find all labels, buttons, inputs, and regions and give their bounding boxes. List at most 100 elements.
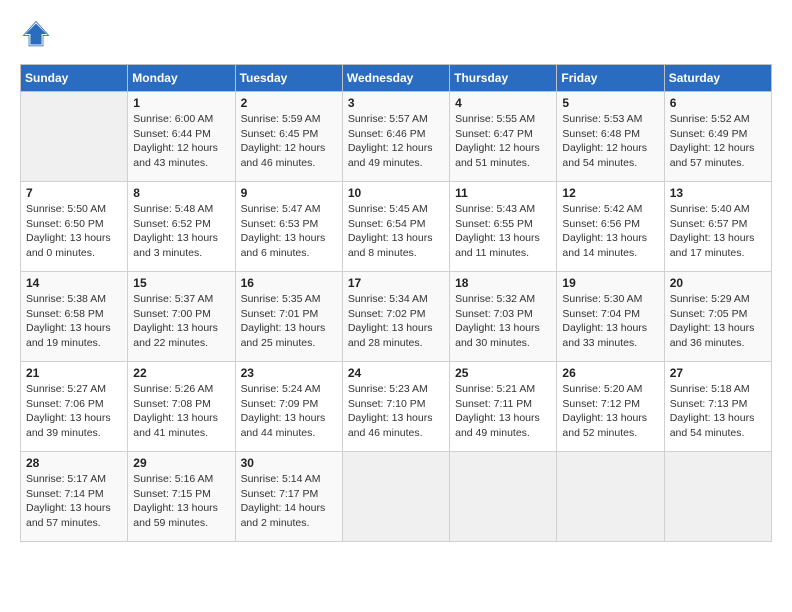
logo-icon bbox=[22, 20, 50, 48]
week-row-4: 21Sunrise: 5:27 AMSunset: 7:06 PMDayligh… bbox=[21, 362, 772, 452]
calendar-cell: 17 Sunrise: 5:34 AMSunset: 7:02 PMDayligh… bbox=[342, 272, 449, 362]
day-number: 14 bbox=[26, 276, 122, 290]
day-number: 29 bbox=[133, 456, 229, 470]
day-detail: Sunrise: 5:57 AMSunset: 6:46 PMDaylight:… bbox=[348, 112, 444, 171]
day-detail: Sunrise: 6:00 AMSunset: 6:44 PMDaylight:… bbox=[133, 112, 229, 171]
week-row-3: 14 Sunrise: 5:38 AMSunset: 6:58 PMDayligh… bbox=[21, 272, 772, 362]
column-header-wednesday: Wednesday bbox=[342, 65, 449, 92]
day-detail: Sunrise: 5:16 AMSunset: 7:15 PMDaylight:… bbox=[133, 472, 229, 531]
column-header-thursday: Thursday bbox=[450, 65, 557, 92]
day-detail: Sunrise: 5:50 AMSunset: 6:50 PMDaylight:… bbox=[26, 202, 122, 261]
calendar-header-row: SundayMondayTuesdayWednesdayThursdayFrid… bbox=[21, 65, 772, 92]
calendar-cell: 2 Sunrise: 5:59 AMSunset: 6:45 PMDaylight… bbox=[235, 92, 342, 182]
calendar-cell: 4Sunrise: 5:55 AMSunset: 6:47 PMDaylight… bbox=[450, 92, 557, 182]
calendar-cell: 23 Sunrise: 5:24 AMSunset: 7:09 PMDayligh… bbox=[235, 362, 342, 452]
calendar-cell: 13 Sunrise: 5:40 AMSunset: 6:57 PMDayligh… bbox=[664, 182, 771, 272]
day-number: 1 bbox=[133, 96, 229, 110]
day-detail: Sunrise: 5:20 AMSunset: 7:12 PMDaylight:… bbox=[562, 382, 658, 441]
day-number: 8 bbox=[133, 186, 229, 200]
calendar-cell: 20 Sunrise: 5:29 AMSunset: 7:05 PMDayligh… bbox=[664, 272, 771, 362]
day-number: 18 bbox=[455, 276, 551, 290]
day-number: 30 bbox=[241, 456, 337, 470]
calendar-cell: 29 Sunrise: 5:16 AMSunset: 7:15 PMDayligh… bbox=[128, 452, 235, 542]
day-number: 11 bbox=[455, 186, 551, 200]
day-number: 17 bbox=[348, 276, 444, 290]
day-number: 13 bbox=[670, 186, 766, 200]
day-number: 16 bbox=[241, 276, 337, 290]
day-detail: Sunrise: 5:38 AMSunset: 6:58 PMDaylight:… bbox=[26, 292, 122, 351]
calendar-cell: 12 Sunrise: 5:42 AMSunset: 6:56 PMDayligh… bbox=[557, 182, 664, 272]
day-detail: Sunrise: 5:29 AMSunset: 7:05 PMDaylight:… bbox=[670, 292, 766, 351]
calendar-cell bbox=[557, 452, 664, 542]
day-detail: Sunrise: 5:53 AMSunset: 6:48 PMDaylight:… bbox=[562, 112, 658, 171]
column-header-monday: Monday bbox=[128, 65, 235, 92]
day-detail: Sunrise: 5:17 AMSunset: 7:14 PMDaylight:… bbox=[26, 472, 122, 531]
day-number: 28 bbox=[26, 456, 122, 470]
calendar-cell: 19 Sunrise: 5:30 AMSunset: 7:04 PMDayligh… bbox=[557, 272, 664, 362]
calendar-cell: 25Sunrise: 5:21 AMSunset: 7:11 PMDayligh… bbox=[450, 362, 557, 452]
day-detail: Sunrise: 5:32 AMSunset: 7:03 PMDaylight:… bbox=[455, 292, 551, 351]
column-header-tuesday: Tuesday bbox=[235, 65, 342, 92]
week-row-5: 28 Sunrise: 5:17 AMSunset: 7:14 PMDayligh… bbox=[21, 452, 772, 542]
day-number: 24 bbox=[348, 366, 444, 380]
day-detail: Sunrise: 5:18 AMSunset: 7:13 PMDaylight:… bbox=[670, 382, 766, 441]
day-detail: Sunrise: 5:37 AMSunset: 7:00 PMDaylight:… bbox=[133, 292, 229, 351]
day-number: 27 bbox=[670, 366, 766, 380]
calendar-cell: 8 Sunrise: 5:48 AMSunset: 6:52 PMDaylight… bbox=[128, 182, 235, 272]
day-number: 26 bbox=[562, 366, 658, 380]
calendar-cell: 1 Sunrise: 6:00 AMSunset: 6:44 PMDaylight… bbox=[128, 92, 235, 182]
day-number: 12 bbox=[562, 186, 658, 200]
calendar-cell: 6Sunrise: 5:52 AMSunset: 6:49 PMDaylight… bbox=[664, 92, 771, 182]
day-number: 25 bbox=[455, 366, 551, 380]
day-number: 22 bbox=[133, 366, 229, 380]
day-detail: Sunrise: 5:55 AMSunset: 6:47 PMDaylight:… bbox=[455, 112, 551, 171]
calendar-cell: 9 Sunrise: 5:47 AMSunset: 6:53 PMDaylight… bbox=[235, 182, 342, 272]
day-detail: Sunrise: 5:42 AMSunset: 6:56 PMDaylight:… bbox=[562, 202, 658, 261]
column-header-friday: Friday bbox=[557, 65, 664, 92]
calendar-cell: 16 Sunrise: 5:35 AMSunset: 7:01 PMDayligh… bbox=[235, 272, 342, 362]
calendar-cell: 30 Sunrise: 5:14 AMSunset: 7:17 PMDayligh… bbox=[235, 452, 342, 542]
calendar-cell: 28 Sunrise: 5:17 AMSunset: 7:14 PMDayligh… bbox=[21, 452, 128, 542]
calendar-cell bbox=[664, 452, 771, 542]
day-number: 5 bbox=[562, 96, 658, 110]
logo bbox=[20, 20, 50, 48]
day-detail: Sunrise: 5:23 AMSunset: 7:10 PMDaylight:… bbox=[348, 382, 444, 441]
calendar-cell bbox=[450, 452, 557, 542]
week-row-2: 7 Sunrise: 5:50 AMSunset: 6:50 PMDaylight… bbox=[21, 182, 772, 272]
calendar-cell: 11 Sunrise: 5:43 AMSunset: 6:55 PMDayligh… bbox=[450, 182, 557, 272]
calendar-cell: 7 Sunrise: 5:50 AMSunset: 6:50 PMDaylight… bbox=[21, 182, 128, 272]
day-detail: Sunrise: 5:48 AMSunset: 6:52 PMDaylight:… bbox=[133, 202, 229, 261]
day-number: 23 bbox=[241, 366, 337, 380]
day-detail: Sunrise: 5:40 AMSunset: 6:57 PMDaylight:… bbox=[670, 202, 766, 261]
day-number: 19 bbox=[562, 276, 658, 290]
calendar-cell: 24 Sunrise: 5:23 AMSunset: 7:10 PMDayligh… bbox=[342, 362, 449, 452]
calendar-cell: 22Sunrise: 5:26 AMSunset: 7:08 PMDayligh… bbox=[128, 362, 235, 452]
day-number: 15 bbox=[133, 276, 229, 290]
day-number: 7 bbox=[26, 186, 122, 200]
day-detail: Sunrise: 5:27 AMSunset: 7:06 PMDaylight:… bbox=[26, 382, 122, 441]
day-number: 10 bbox=[348, 186, 444, 200]
day-detail: Sunrise: 5:14 AMSunset: 7:17 PMDaylight:… bbox=[241, 472, 337, 531]
column-header-saturday: Saturday bbox=[664, 65, 771, 92]
calendar-cell bbox=[342, 452, 449, 542]
day-detail: Sunrise: 5:34 AMSunset: 7:02 PMDaylight:… bbox=[348, 292, 444, 351]
day-detail: Sunrise: 5:45 AMSunset: 6:54 PMDaylight:… bbox=[348, 202, 444, 261]
day-detail: Sunrise: 5:47 AMSunset: 6:53 PMDaylight:… bbox=[241, 202, 337, 261]
page-header bbox=[20, 20, 772, 48]
day-number: 2 bbox=[241, 96, 337, 110]
day-detail: Sunrise: 5:24 AMSunset: 7:09 PMDaylight:… bbox=[241, 382, 337, 441]
calendar-table: SundayMondayTuesdayWednesdayThursdayFrid… bbox=[20, 64, 772, 542]
day-number: 3 bbox=[348, 96, 444, 110]
day-number: 20 bbox=[670, 276, 766, 290]
day-detail: Sunrise: 5:30 AMSunset: 7:04 PMDaylight:… bbox=[562, 292, 658, 351]
day-detail: Sunrise: 5:43 AMSunset: 6:55 PMDaylight:… bbox=[455, 202, 551, 261]
calendar-cell bbox=[21, 92, 128, 182]
calendar-cell: 18 Sunrise: 5:32 AMSunset: 7:03 PMDayligh… bbox=[450, 272, 557, 362]
calendar-cell: 3 Sunrise: 5:57 AMSunset: 6:46 PMDaylight… bbox=[342, 92, 449, 182]
calendar-cell: 14 Sunrise: 5:38 AMSunset: 6:58 PMDayligh… bbox=[21, 272, 128, 362]
calendar-cell: 10 Sunrise: 5:45 AMSunset: 6:54 PMDayligh… bbox=[342, 182, 449, 272]
day-detail: Sunrise: 5:35 AMSunset: 7:01 PMDaylight:… bbox=[241, 292, 337, 351]
day-detail: Sunrise: 5:59 AMSunset: 6:45 PMDaylight:… bbox=[241, 112, 337, 171]
day-detail: Sunrise: 5:52 AMSunset: 6:49 PMDaylight:… bbox=[670, 112, 766, 171]
day-number: 9 bbox=[241, 186, 337, 200]
